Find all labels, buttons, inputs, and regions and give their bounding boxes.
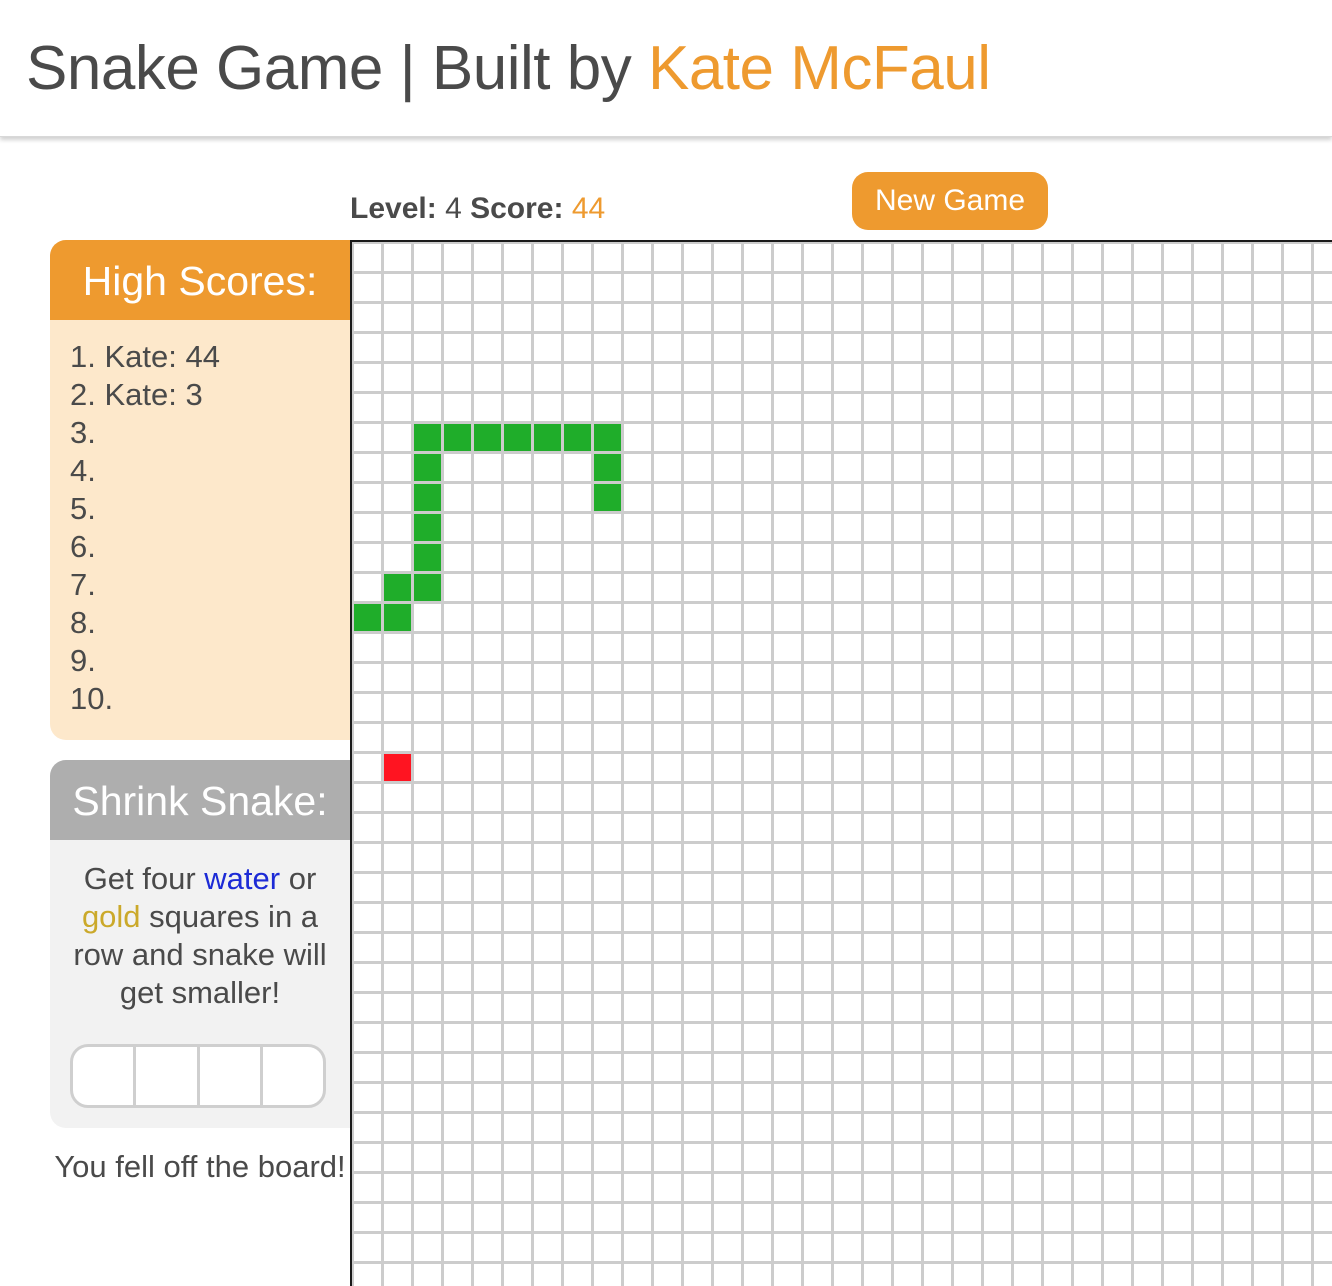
high-score-entry: 2. Kate: 3 — [70, 377, 203, 412]
tracker-slot — [73, 1047, 137, 1105]
new-game-button[interactable]: New Game — [852, 172, 1048, 230]
high-score-entry: 3. — [70, 415, 96, 450]
author-name: Kate McFaul — [647, 34, 991, 103]
high-score-entry: 9. — [70, 643, 96, 678]
tracker-slot — [200, 1047, 263, 1105]
snake-segment — [414, 544, 441, 571]
snake-segment — [384, 574, 411, 601]
snake-segment — [414, 454, 441, 481]
snake-segment — [414, 424, 441, 451]
game-stats: Level: 4 Score: 44 — [350, 192, 605, 226]
high-scores-title: High Scores: — [50, 240, 350, 320]
water-word: water — [204, 861, 281, 896]
level-value: 4 — [445, 192, 462, 225]
snake-segment — [414, 574, 441, 601]
snake-segment — [594, 454, 621, 481]
tracker-slot — [263, 1047, 323, 1105]
snake-segment — [414, 514, 441, 541]
snake-segment — [414, 484, 441, 511]
food-square — [384, 754, 411, 781]
high-scores-list: 1. Kate: 44 2. Kate: 3 3. 4. 5. 6. 7. 8.… — [50, 320, 350, 718]
snake-segment — [474, 424, 501, 451]
high-score-entry: 7. — [70, 567, 96, 602]
snake-segment — [534, 424, 561, 451]
title-prefix: Snake Game | Built by — [26, 34, 648, 103]
high-scores-panel: High Scores: 1. Kate: 44 2. Kate: 3 3. 4… — [50, 240, 350, 740]
page-header: Snake Game | Built by Kate McFaul — [0, 0, 1332, 137]
shrink-snake-description: Get four water or gold squares in a row … — [64, 860, 336, 1012]
desc-text: Get four — [83, 861, 205, 896]
shrink-snake-panel: Shrink Snake: Get four water or gold squ… — [50, 760, 350, 1128]
snake-segment — [564, 424, 591, 451]
board-layer — [354, 424, 621, 781]
snake-segment — [444, 424, 471, 451]
tracker-slot — [136, 1047, 200, 1105]
score-label: Score: — [470, 192, 564, 225]
snake-segment — [594, 424, 621, 451]
status-message: You fell off the board! — [54, 1149, 346, 1184]
snake-segment — [504, 424, 531, 451]
snake-segment — [594, 484, 621, 511]
gold-word: gold — [81, 899, 141, 934]
shrink-tracker — [70, 1044, 326, 1108]
shrink-snake-title: Shrink Snake: — [50, 760, 350, 840]
high-score-entry: 8. — [70, 605, 96, 640]
level-label: Level: — [350, 192, 437, 225]
snake-segment — [384, 604, 411, 631]
desc-text: or — [280, 861, 317, 896]
high-score-entry: 4. — [70, 453, 96, 488]
score-value: 44 — [571, 192, 606, 225]
high-score-entry: 5. — [70, 491, 96, 526]
page-title: Snake Game | Built by Kate McFaul — [26, 30, 991, 108]
high-score-entry: 6. — [70, 529, 96, 564]
high-score-entry: 1. Kate: 44 — [70, 339, 220, 374]
high-score-entry: 10. — [70, 681, 114, 716]
snake-segment — [354, 604, 381, 631]
game-board[interactable] — [350, 240, 1332, 1286]
